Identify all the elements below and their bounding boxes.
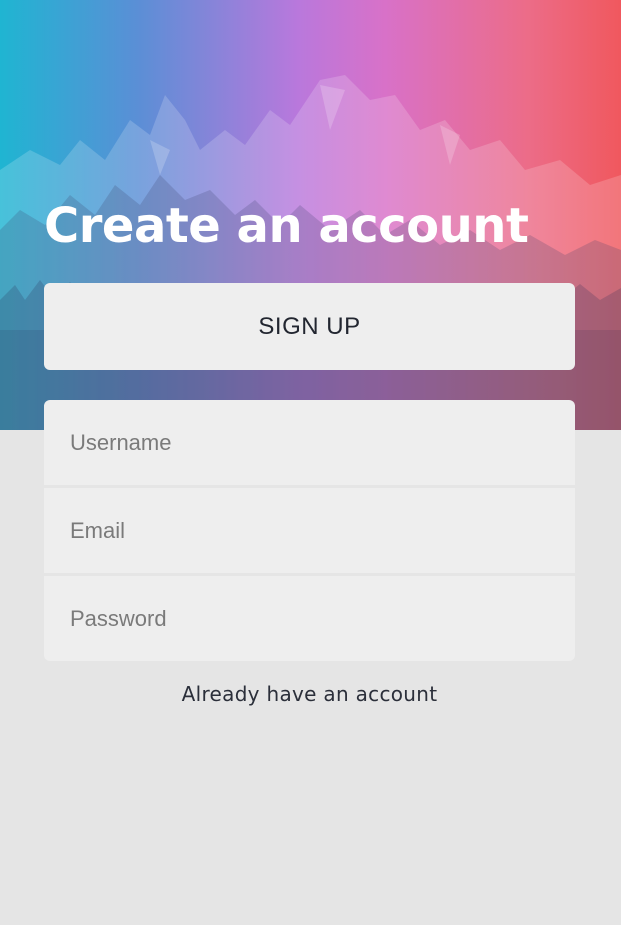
already-have-account-link[interactable]: Already have an account bbox=[44, 682, 575, 706]
email-input[interactable] bbox=[44, 488, 575, 573]
password-input[interactable] bbox=[44, 576, 575, 661]
signup-page: Create an account SIGN UP Already have a… bbox=[0, 0, 621, 925]
sign-up-button[interactable]: SIGN UP bbox=[44, 283, 575, 370]
username-input[interactable] bbox=[44, 400, 575, 485]
page-title: Create an account bbox=[44, 198, 529, 254]
